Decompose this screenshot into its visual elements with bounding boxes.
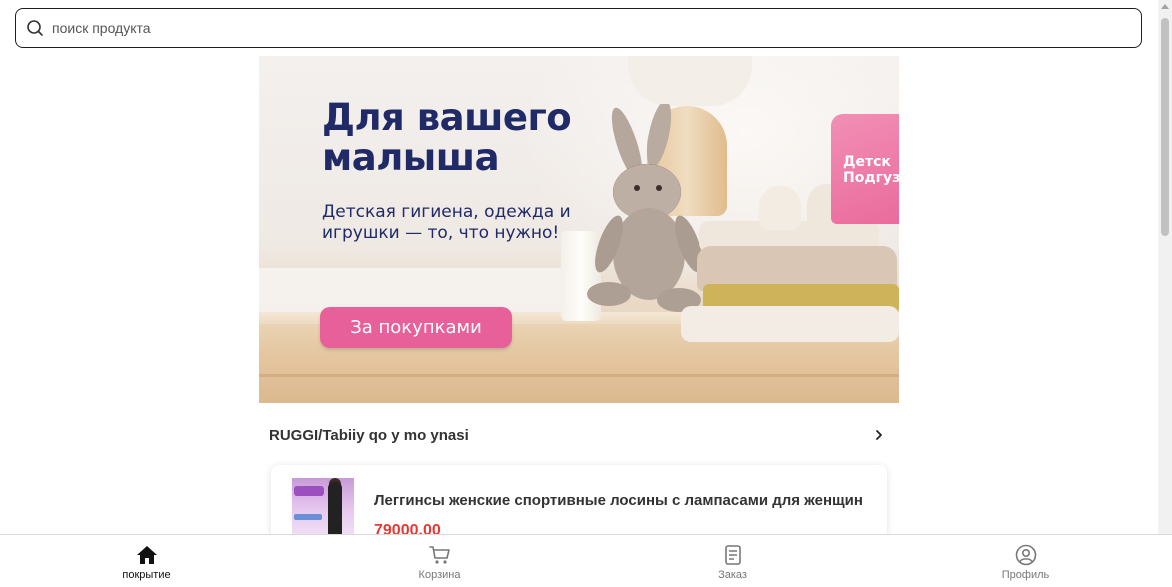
scroll-up-arrow-icon[interactable] [1161, 4, 1169, 9]
baby-shoe-image [759, 186, 801, 230]
chevron-right-icon[interactable] [869, 425, 889, 445]
lamp-image [628, 56, 752, 106]
banner-subtitle: Детская гигиена, одежда и игрушки — то, … [322, 202, 571, 243]
cart-icon [428, 544, 451, 566]
nav-item-profile[interactable]: Профиль [879, 535, 1172, 587]
nav-label-home: покрытие [122, 569, 171, 581]
profile-icon [1015, 544, 1037, 566]
app-page: Детск Подгуз Для вашего малыша Детская г… [0, 0, 1172, 587]
scrollbar-thumb[interactable] [1161, 18, 1169, 236]
baby-clothes-image [681, 306, 899, 342]
banner-title: Для вашего малыша [322, 96, 572, 179]
nav-item-cart[interactable]: Корзина [293, 535, 586, 587]
bottom-navigation: покрытие Корзина Заказ Профиль [0, 534, 1172, 587]
nav-item-home[interactable]: покрытие [0, 535, 293, 587]
product-name[interactable]: Леггинсы женские спортивные лосины с лам… [374, 492, 863, 509]
category-title: RUGGI/Tabiiy qo y mo ynasi [269, 426, 469, 444]
category-header[interactable]: RUGGI/Tabiiy qo y mo ynasi [269, 424, 889, 446]
scrollbar[interactable] [1158, 0, 1172, 535]
promo-banner[interactable]: Детск Подгуз Для вашего малыша Детская г… [259, 56, 899, 403]
search-icon [26, 19, 44, 37]
search-input[interactable] [52, 20, 1141, 36]
home-icon [136, 544, 158, 566]
nav-label-orders: Заказ [718, 569, 747, 581]
nav-item-orders[interactable]: Заказ [586, 535, 879, 587]
nav-label-profile: Профиль [1001, 569, 1050, 581]
nav-label-cart: Корзина [418, 569, 461, 581]
product-image[interactable] [292, 478, 354, 540]
shop-now-button[interactable]: За покупками [320, 307, 512, 348]
diaper-pack-image: Детск Подгуз [831, 114, 899, 224]
search-bar[interactable] [15, 8, 1142, 48]
order-icon [722, 544, 744, 566]
